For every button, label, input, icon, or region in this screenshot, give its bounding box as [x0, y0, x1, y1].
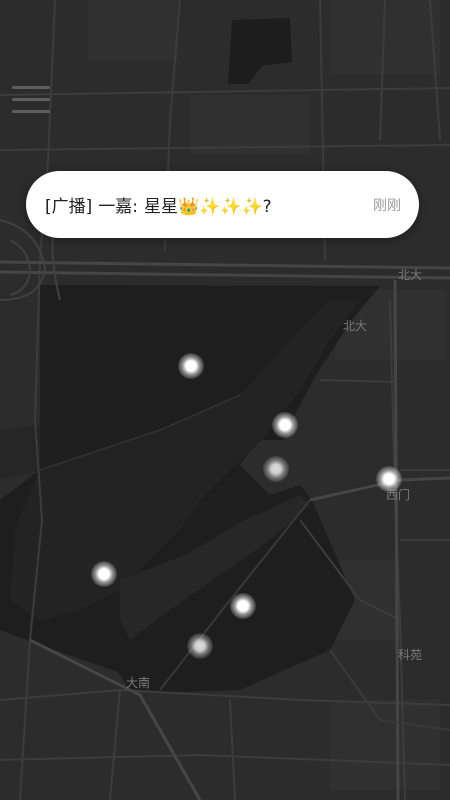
user-location-marker[interactable] — [187, 633, 213, 659]
hamburger-menu-icon — [12, 86, 50, 89]
broadcast-tag: [广播] — [45, 197, 93, 217]
menu-button[interactable] — [12, 86, 50, 116]
user-location-marker[interactable] — [178, 353, 204, 379]
user-location-marker[interactable] — [91, 561, 117, 587]
map-label-beida-east: 北大 — [398, 268, 423, 282]
map-view[interactable] — [0, 0, 450, 800]
map-label-keyuan: 科苑 — [398, 648, 423, 662]
map-label-beida-inner: 北大 — [343, 319, 368, 333]
broadcast-sender: 一嘉: — [98, 197, 138, 217]
broadcast-toast[interactable]: [广播] 一嘉: 星星👑✨✨✨? 刚刚 — [26, 171, 419, 238]
broadcast-text: 星星👑✨✨✨? — [144, 197, 272, 217]
map-label-south-road: 大南 — [126, 676, 151, 690]
user-location-marker[interactable] — [230, 593, 256, 619]
user-location-marker[interactable] — [263, 456, 289, 482]
broadcast-time: 刚刚 — [373, 197, 401, 214]
user-location-marker[interactable] — [272, 412, 298, 438]
user-location-marker[interactable] — [376, 466, 402, 492]
broadcast-message: [广播] 一嘉: 星星👑✨✨✨? — [45, 192, 363, 217]
